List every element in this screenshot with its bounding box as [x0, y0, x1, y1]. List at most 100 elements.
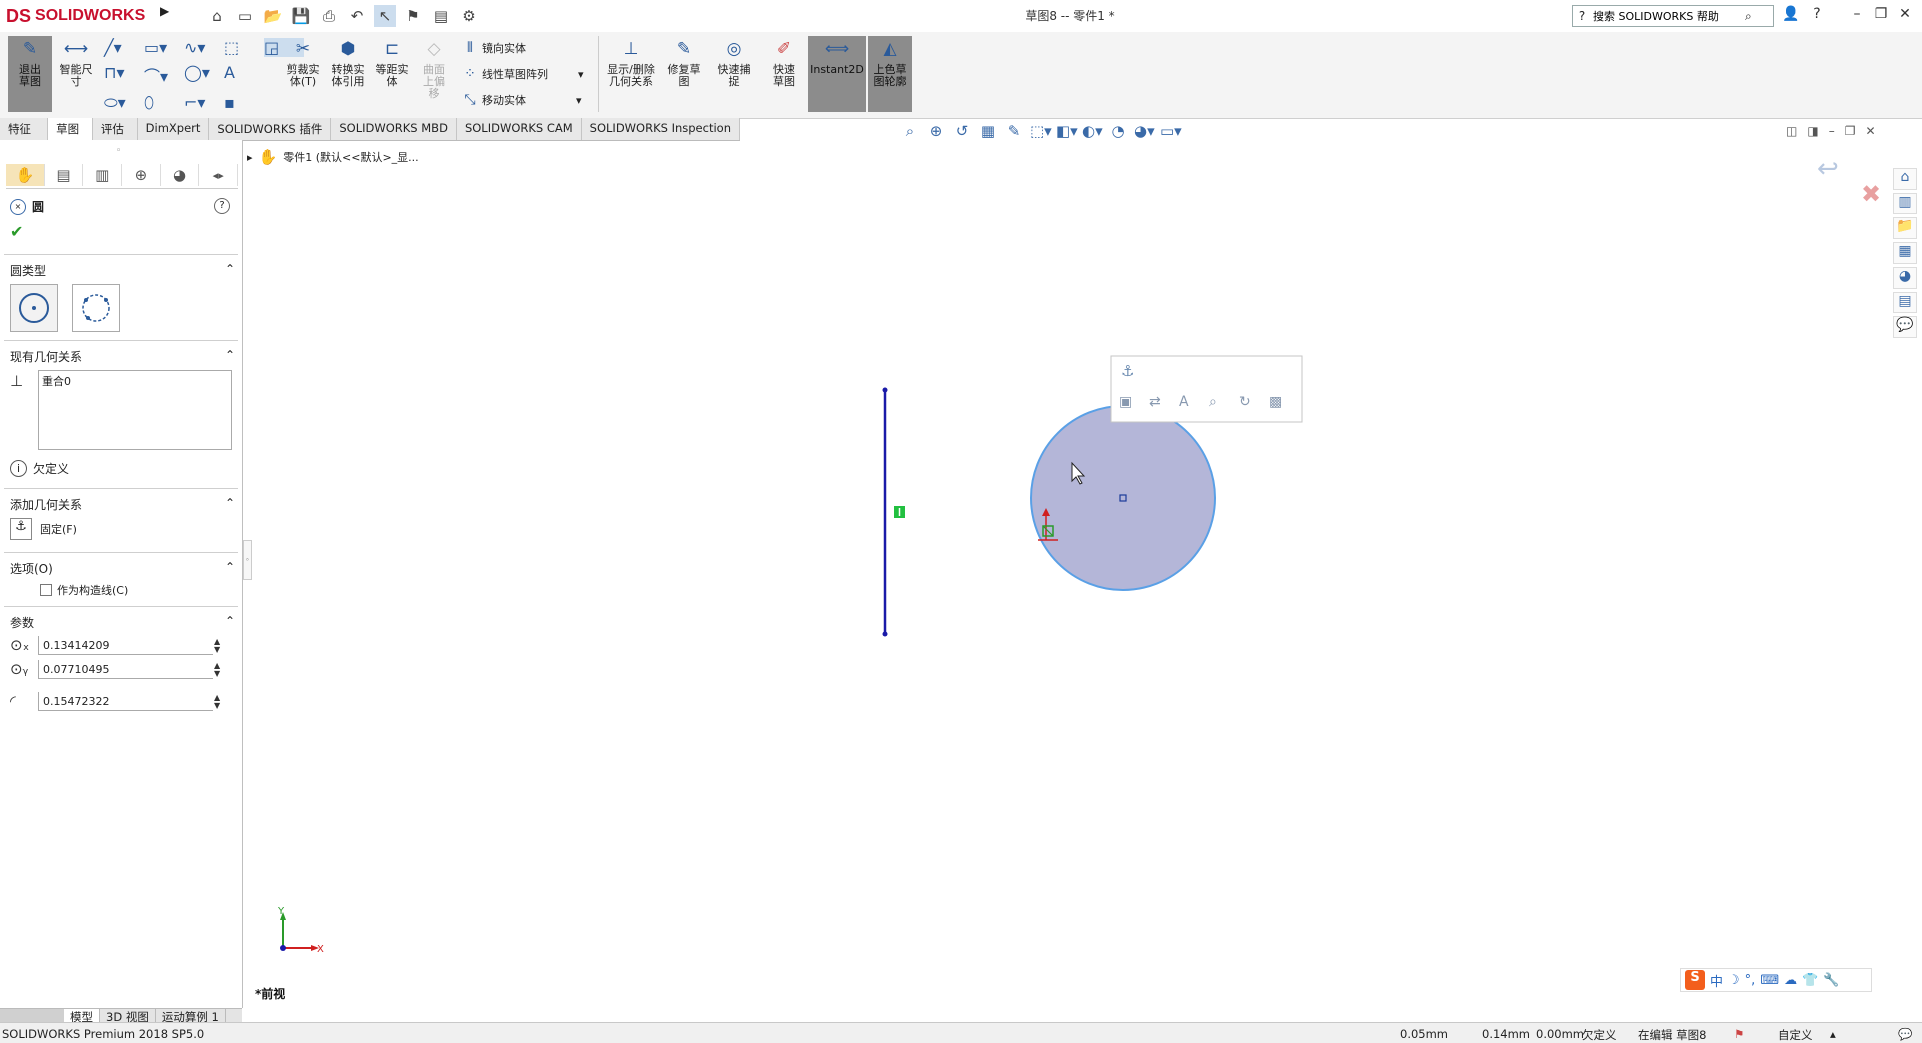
tab-cam[interactable]: SOLIDWORKS CAM — [457, 118, 582, 140]
center-x-spinner[interactable]: ▲ ▼ — [214, 638, 224, 654]
plane-icon[interactable]: ▪ — [224, 93, 264, 113]
tab-dimxpert[interactable]: DimXpert — [138, 118, 210, 140]
units-dropdown-icon[interactable]: ▴ — [1830, 1027, 1836, 1041]
viewport-split-left-icon[interactable]: ◫ — [1786, 124, 1797, 138]
edit-appearance-icon[interactable]: ◔ — [1108, 122, 1128, 142]
move-entities-button[interactable]: ⤡ 移动实体 ▾ — [462, 92, 581, 108]
property-manager-tab-icon[interactable]: ▤ — [45, 164, 84, 186]
tools-icon[interactable]: 🔧 — [1823, 973, 1839, 988]
display-relations-button[interactable]: ⊥ 显示/删除几何关系 — [604, 36, 658, 88]
zoom-to-fit-icon[interactable]: ⌕ — [900, 122, 920, 142]
ime-mode[interactable]: 中 — [1710, 971, 1723, 990]
collapse-icon[interactable]: ⌃ — [225, 262, 235, 279]
menu-expand-icon[interactable]: ▶ — [160, 4, 170, 18]
line-endpoint[interactable] — [882, 387, 888, 393]
arc-icon[interactable]: ⌒▾ — [144, 63, 184, 87]
zoom-selection-icon[interactable]: ⌕ — [1209, 394, 1217, 410]
select-icon[interactable]: ↖ — [374, 5, 396, 27]
viewport-restore-icon[interactable]: ❐ — [1845, 124, 1856, 138]
existing-relations-header[interactable]: 现有几何关系 ⌃ — [10, 348, 235, 365]
tab-evaluate[interactable]: 评估 — [93, 118, 138, 140]
exit-sketch-button[interactable]: ✎ 退出草图 — [8, 36, 52, 112]
tab-model[interactable]: 模型 — [64, 1009, 100, 1024]
sketch-canvas[interactable]: ⚓ ▣ ⇄ A ⌕ ↻ ▩ Y X *前视 — [243, 140, 1891, 1008]
fix-relation-button[interactable]: ⚓ 固定(F) — [10, 518, 77, 540]
shaded-sketch-button[interactable]: ◭ 上色草图轮廓 — [868, 36, 912, 112]
display-style-icon[interactable]: ◧▾ — [1056, 122, 1078, 142]
tab-addins[interactable]: SOLIDWORKS 插件 — [209, 118, 332, 140]
keyboard-icon[interactable]: ⌨ — [1760, 973, 1779, 988]
dynamic-annotation-icon[interactable]: ✎ — [1004, 122, 1024, 142]
tab-inspection[interactable]: SOLIDWORKS Inspection — [582, 118, 740, 140]
new-document-icon[interactable]: ▭ — [234, 5, 256, 27]
tab-3d-view[interactable]: 3D 视图 — [100, 1009, 156, 1024]
rectangle-icon[interactable]: ▭▾ — [144, 38, 184, 57]
add-relations-header[interactable]: 添加几何关系 ⌃ — [10, 496, 235, 513]
text-icon[interactable]: A — [224, 63, 264, 87]
text-on-sketch-icon[interactable]: A — [1179, 394, 1189, 410]
collapse-icon[interactable]: ⌃ — [225, 560, 235, 577]
sogou-logo[interactable]: S — [1685, 970, 1705, 990]
design-library-icon[interactable]: ▥ — [1893, 192, 1917, 215]
skin-icon[interactable]: 👕 — [1802, 973, 1818, 988]
smart-dimension-button[interactable]: ⟷ 智能尺寸 — [56, 36, 96, 88]
options-header[interactable]: 选项(O) ⌃ — [10, 560, 235, 577]
close-icon[interactable]: ✕ — [1894, 6, 1916, 26]
view-orientation-icon[interactable]: ⬚▾ — [1030, 122, 1052, 142]
tab-mbd[interactable]: SOLIDWORKS MBD — [331, 118, 457, 140]
units-selector[interactable]: 自定义 — [1778, 1027, 1813, 1043]
punctuation-icon[interactable]: °, — [1745, 973, 1756, 988]
file-explorer-icon[interactable]: 📁 — [1893, 217, 1917, 240]
parameters-header[interactable]: 参数 ⌃ — [10, 614, 235, 631]
voice-icon[interactable]: ☁ — [1784, 973, 1797, 988]
center-x-field[interactable]: 0.13414209 — [38, 636, 213, 655]
radius-field[interactable]: 0.15472322 — [38, 692, 213, 711]
center-y-spinner[interactable]: ▲ ▼ — [214, 662, 224, 678]
sketch-circle[interactable] — [1030, 405, 1216, 591]
instant2d-button[interactable]: ⟺ Instant2D — [808, 36, 866, 112]
surface-offset-button[interactable]: ◇ 曲面上偏移 — [414, 36, 454, 100]
line-icon[interactable]: ╱▾ — [104, 38, 144, 57]
chamfer-icon[interactable]: ⌐▾ — [184, 93, 224, 113]
scene-icon[interactable]: ◕▾ — [1134, 122, 1155, 142]
collapse-icon[interactable]: ⌃ — [225, 496, 235, 513]
hide-show-icon[interactable]: ◐▾ — [1082, 122, 1103, 142]
view-palette-icon[interactable]: ▦ — [1893, 242, 1917, 264]
center-circle-button[interactable] — [10, 284, 58, 332]
tab-features[interactable]: 特征 — [0, 118, 49, 140]
tab-sketch[interactable]: 草图 — [48, 118, 93, 140]
slot-icon[interactable]: ⊓▾ — [104, 63, 144, 87]
save-icon[interactable]: 💾 — [290, 5, 312, 27]
confirm-sketch-icon[interactable]: ↩ — [1817, 154, 1839, 184]
repair-sketch-button[interactable]: ✎ 修复草图 — [664, 36, 704, 88]
view-settings-icon[interactable]: ▭▾ — [1160, 122, 1182, 142]
minimize-icon[interactable]: – — [1846, 6, 1868, 26]
display-relations-icon[interactable]: ▩ — [1269, 394, 1282, 410]
tab-motion-study[interactable]: 运动算例 1 — [156, 1009, 226, 1024]
rebuild-indicator-icon[interactable]: ⚑ — [1734, 1027, 1744, 1041]
quick-snaps-button[interactable]: ◎ 快速捕捉 — [714, 36, 754, 88]
perimeter-circle-button[interactable] — [72, 284, 120, 332]
custom-properties-icon[interactable]: ▤ — [1893, 291, 1917, 314]
construction-checkbox[interactable] — [40, 584, 52, 596]
cancel-sketch-icon[interactable]: ✖ — [1861, 180, 1881, 208]
options-gear-icon[interactable]: ⚙ — [458, 5, 480, 27]
zoom-area-icon[interactable]: ⊕ — [926, 122, 946, 142]
construction-geometry-icon[interactable]: ▣ — [1119, 394, 1132, 410]
tab-scroll-area[interactable] — [0, 1009, 64, 1023]
section-view-icon[interactable]: ▦ — [978, 122, 998, 142]
forum-icon[interactable]: 💬 — [1893, 316, 1917, 339]
search-icon[interactable]: ⌕ — [1745, 9, 1752, 24]
circle-icon[interactable]: ◯▾ — [184, 63, 224, 87]
viewport-split-right-icon[interactable]: ◨ — [1807, 124, 1818, 138]
help-menu-icon[interactable]: ? — [1806, 6, 1828, 26]
point-icon[interactable]: ⬚ — [224, 38, 264, 57]
search-input[interactable] — [1591, 8, 1745, 24]
list-item[interactable]: 重合0 — [39, 371, 231, 391]
help-icon[interactable]: ? — [214, 198, 230, 214]
file-properties-icon[interactable]: ▤ — [430, 5, 452, 27]
rapid-sketch-button[interactable]: ✐ 快速草图 — [764, 36, 804, 88]
previous-view-icon[interactable]: ↺ — [952, 122, 972, 142]
ellipse-icon[interactable]: ⬯ — [144, 93, 184, 113]
line-endpoint[interactable] — [882, 631, 888, 637]
